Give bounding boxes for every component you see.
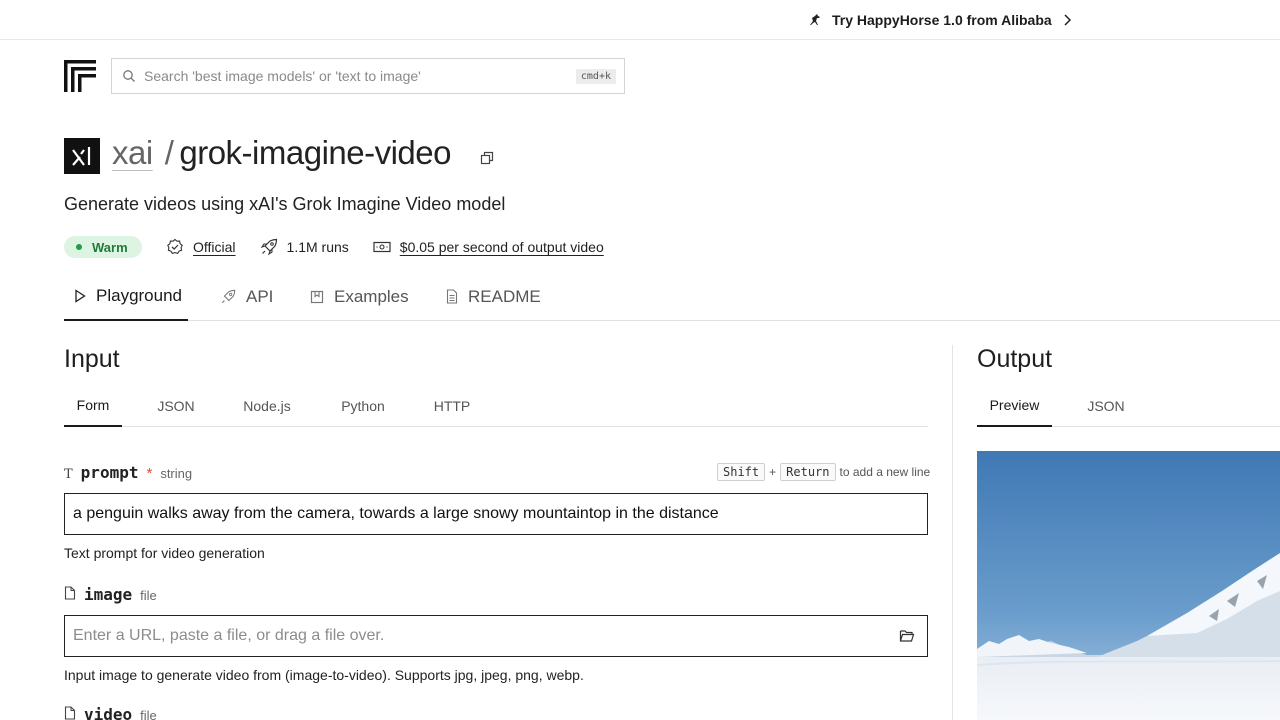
image-help: Input image to generate video from (imag… [64, 667, 584, 683]
shift-key: Shift [717, 463, 766, 481]
folder-open-icon[interactable] [899, 629, 915, 643]
input-tabs: Form JSON Node.js Python HTTP [64, 385, 928, 427]
column-divider [952, 345, 953, 720]
hint-plus: + [769, 465, 777, 479]
image-field[interactable] [64, 615, 928, 657]
tab-form[interactable]: Form [64, 385, 122, 427]
announcement-text: Try HappyHorse 1.0 from Alibaba [832, 12, 1052, 28]
money-icon [373, 241, 391, 253]
title-separator: / [164, 134, 174, 171]
model-name: grok-imagine-video [179, 134, 451, 171]
image-name: image [84, 585, 133, 604]
tab-api[interactable]: API [220, 276, 273, 321]
video-label: video file [64, 705, 157, 720]
main-tabs: Playground API Examples README [64, 276, 1280, 321]
file-icon [64, 586, 76, 600]
chevron-right-icon [1064, 14, 1071, 26]
horse-icon [810, 14, 820, 25]
newline-hint: Shift + Return to add a new line [717, 463, 930, 481]
tab-nodejs[interactable]: Node.js [234, 385, 300, 427]
announcement-link[interactable]: Try HappyHorse 1.0 from Alibaba [808, 10, 1072, 30]
output-tabs: Preview JSON [977, 385, 1280, 427]
output-preview-video[interactable] [977, 451, 1280, 720]
tab-preview[interactable]: Preview [977, 385, 1052, 427]
tab-http[interactable]: HTTP [426, 385, 478, 427]
tab-playground[interactable]: Playground [64, 276, 188, 321]
document-icon [446, 289, 458, 304]
owner-avatar[interactable] [64, 138, 100, 174]
xai-logo-icon [72, 147, 91, 166]
bookmark-icon [310, 290, 324, 303]
official-label[interactable]: Official [193, 239, 236, 255]
preview-frame-image [977, 451, 1280, 720]
model-title: xai / grok-imagine-video [112, 134, 451, 178]
prompt-type: string [160, 466, 193, 481]
search-box[interactable]: cmd+k [111, 58, 625, 94]
status-label: Warm [92, 239, 128, 255]
play-icon [75, 288, 86, 303]
tab-readme-label: README [468, 286, 541, 306]
prompt-field[interactable]: a penguin walks away from the camera, to… [64, 493, 928, 535]
rocket-icon [221, 289, 236, 303]
model-meta: Warm Official 1.1M runs $0.05 per second… [64, 236, 604, 258]
image-label: image file [64, 585, 157, 604]
tab-json[interactable]: JSON [148, 385, 204, 427]
text-type-icon: T [64, 467, 73, 482]
input-heading: Input [64, 345, 120, 373]
runs-count: 1.1M runs [286, 239, 349, 255]
pricing-item[interactable]: $0.05 per second of output video [373, 239, 604, 255]
prompt-value[interactable]: a penguin walks away from the camera, to… [73, 505, 719, 523]
copy-icon[interactable] [479, 150, 495, 166]
pricing-label[interactable]: $0.05 per second of output video [400, 239, 604, 255]
tab-api-label: API [246, 286, 274, 306]
prompt-name: prompt [80, 463, 139, 482]
verified-badge-icon [167, 238, 183, 255]
tab-examples[interactable]: Examples [310, 276, 409, 321]
runs-item: 1.1M runs [260, 238, 349, 256]
prompt-help: Text prompt for video generation [64, 545, 265, 561]
model-description: Generate videos using xAI's Grok Imagine… [64, 194, 506, 214]
announcement-bar: Try HappyHorse 1.0 from Alibaba [0, 0, 1280, 40]
video-type: file [140, 708, 157, 720]
rocket-icon [260, 238, 277, 256]
prompt-label: T prompt * string [64, 463, 192, 482]
tab-examples-label: Examples [334, 286, 409, 306]
owner-link[interactable]: xai [112, 134, 153, 172]
tab-output-json[interactable]: JSON [1077, 385, 1135, 427]
replicate-logo-icon[interactable] [64, 60, 96, 92]
search-input[interactable] [144, 68, 576, 84]
tab-python[interactable]: Python [330, 385, 396, 427]
output-heading: Output [977, 345, 1053, 373]
status-dot [76, 244, 82, 250]
video-name: video [84, 705, 133, 720]
hint-text: to add a new line [839, 465, 931, 479]
image-type: file [140, 588, 157, 603]
image-url-input[interactable] [73, 627, 899, 645]
tab-readme[interactable]: README [446, 276, 541, 321]
status-badge: Warm [64, 236, 142, 258]
required-marker: * [146, 465, 153, 482]
return-key: Return [780, 463, 836, 481]
file-icon [64, 706, 76, 720]
search-shortcut: cmd+k [575, 68, 616, 84]
official-item[interactable]: Official [166, 238, 236, 256]
search-icon [123, 70, 135, 82]
tab-playground-label: Playground [96, 285, 183, 305]
